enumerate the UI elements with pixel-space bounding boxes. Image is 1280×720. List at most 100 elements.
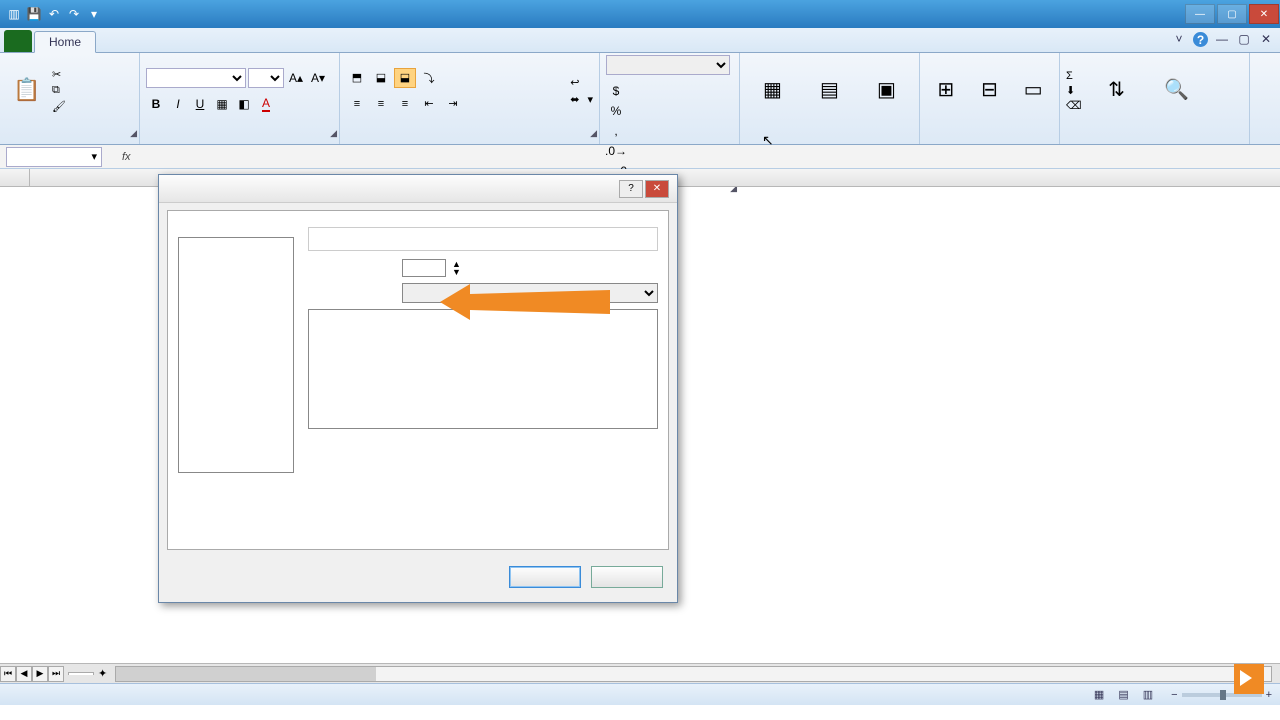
select-all-corner[interactable] <box>0 169 30 186</box>
align-right-icon[interactable]: ≡ <box>394 94 416 114</box>
ribbon-close-icon[interactable]: ✕ <box>1258 32 1274 47</box>
insert-cells-button[interactable]: ⊞ <box>926 77 966 104</box>
cell-styles-button[interactable]: ▣ <box>860 77 913 104</box>
formula-input[interactable] <box>147 150 1280 164</box>
help-icon[interactable]: ? <box>1193 32 1208 47</box>
cut-icon: ✂ <box>52 68 61 81</box>
align-top-icon[interactable]: ⬒ <box>346 68 368 88</box>
ribbon-min-window-icon[interactable]: — <box>1214 32 1230 47</box>
underline-button[interactable]: U <box>190 94 210 114</box>
format-as-table-button[interactable]: ▤ <box>803 77 856 104</box>
table-icon: ▤ <box>820 77 839 102</box>
align-left-icon[interactable]: ≡ <box>346 94 368 114</box>
conditional-formatting-button[interactable]: ▦ <box>746 77 799 104</box>
minimize-ribbon-icon[interactable]: ˅ <box>1171 32 1187 47</box>
font-launcher-icon[interactable]: ◢ <box>330 128 337 139</box>
view-normal-icon[interactable]: ▦ <box>1094 688 1104 701</box>
sigma-icon: Σ <box>1066 70 1073 82</box>
negative-numbers-list[interactable] <box>308 309 658 429</box>
cell-styles-icon: ▣ <box>877 77 896 102</box>
italic-button[interactable]: I <box>168 94 188 114</box>
sheet-nav-prev-icon[interactable]: ◀ <box>16 666 32 682</box>
paste-button[interactable]: 📋 <box>6 77 48 105</box>
font-color-button[interactable]: A <box>256 94 276 114</box>
copy-button[interactable]: ⧉ <box>52 84 70 97</box>
align-middle-icon[interactable]: ⬓ <box>370 68 392 88</box>
currency-icon[interactable]: $ <box>606 81 626 101</box>
format-painter-button[interactable]: 🖌 <box>52 100 70 113</box>
cancel-button[interactable] <box>591 566 663 588</box>
ok-button[interactable] <box>509 566 581 588</box>
align-bottom-icon[interactable]: ⬓ <box>394 68 416 88</box>
logo-icon <box>1234 664 1264 694</box>
orientation-icon[interactable]: ⤵ <box>418 68 440 88</box>
find-icon: 🔍 <box>1164 77 1189 102</box>
maximize-button[interactable]: ▢ <box>1217 4 1247 24</box>
clipboard-launcher-icon[interactable]: ◢ <box>130 128 137 139</box>
find-select-button[interactable]: 🔍 <box>1149 77 1205 104</box>
font-size-combo[interactable] <box>248 68 284 88</box>
symbol-combo[interactable] <box>402 283 658 303</box>
wrap-text-button[interactable]: ↩ <box>570 76 593 89</box>
autosum-button[interactable]: Σ <box>1066 70 1085 82</box>
sort-icon: ⇅ <box>1108 77 1125 102</box>
sheet-tabs-bar: ⏮ ◀ ▶ ⏭ ✦ <box>0 663 1280 683</box>
format-cells-dialog: ? ✕ ▲▼ <box>158 174 678 603</box>
sheet-nav-next-icon[interactable]: ▶ <box>32 666 48 682</box>
spinner-icon[interactable]: ▲▼ <box>452 260 461 276</box>
dialog-close-button[interactable]: ✕ <box>645 180 669 198</box>
sheet-nav-first-icon[interactable]: ⏮ <box>0 666 16 682</box>
fill-button[interactable]: ⬇ <box>1066 84 1085 97</box>
qat-dropdown-icon[interactable]: ▾ <box>86 6 102 22</box>
increase-font-icon[interactable]: A▴ <box>286 68 306 88</box>
decrease-font-icon[interactable]: A▾ <box>308 68 328 88</box>
horizontal-scrollbar[interactable] <box>115 666 1272 682</box>
format-icon: ▭ <box>1024 77 1043 102</box>
comma-icon[interactable]: , <box>606 121 626 141</box>
format-cells-button[interactable]: ▭ <box>1013 77 1053 104</box>
border-button[interactable]: ▦ <box>212 94 232 114</box>
font-name-combo[interactable] <box>146 68 246 88</box>
category-list[interactable] <box>178 237 294 473</box>
dialog-help-button[interactable]: ? <box>619 180 643 198</box>
ribbon-restore-icon[interactable]: ▢ <box>1236 32 1252 47</box>
redo-icon[interactable]: ↷ <box>66 6 82 22</box>
ribbon-tabs: Home ˅ ? — ▢ ✕ <box>0 28 1280 53</box>
sheet-nav-last-icon[interactable]: ⏭ <box>48 666 64 682</box>
increase-indent-icon[interactable]: ⇥ <box>442 94 464 114</box>
exceljet-logo <box>1228 664 1264 694</box>
fill-color-button[interactable]: ◧ <box>234 94 254 114</box>
new-sheet-icon[interactable]: ✦ <box>98 667 107 680</box>
view-layout-icon[interactable]: ▤ <box>1118 688 1128 701</box>
clear-button[interactable]: ⌫ <box>1066 99 1085 112</box>
merge-icon: ⬌ <box>570 93 579 106</box>
view-break-icon[interactable]: ▥ <box>1143 688 1153 701</box>
number-format-combo[interactable] <box>606 55 730 75</box>
cut-button[interactable]: ✂ <box>52 68 70 81</box>
close-button[interactable]: ✕ <box>1249 4 1279 24</box>
delete-cells-button[interactable]: ⊟ <box>970 77 1010 104</box>
percent-icon[interactable]: % <box>606 101 626 121</box>
name-box[interactable]: ▾ <box>6 147 102 167</box>
alignment-launcher-icon[interactable]: ◢ <box>590 128 597 139</box>
wrap-icon: ↩ <box>570 76 579 89</box>
sheet-tab[interactable] <box>68 672 94 675</box>
sort-filter-button[interactable]: ⇅ <box>1089 77 1145 104</box>
ribbon: 📋 ✂ ⧉ 🖌 ◢ A▴ A▾ B I U ▦ ◧ <box>0 53 1280 145</box>
bold-button[interactable]: B <box>146 94 166 114</box>
tab-home[interactable]: Home <box>34 31 96 53</box>
save-icon[interactable]: 💾 <box>26 6 42 22</box>
fx-icon[interactable]: fx <box>122 151 131 163</box>
quick-access-toolbar: ▥ 💾 ↶ ↷ ▾ <box>0 6 108 22</box>
minimize-button[interactable]: — <box>1185 4 1215 24</box>
undo-icon[interactable]: ↶ <box>46 6 62 22</box>
file-tab[interactable] <box>4 30 32 52</box>
excel-icon: ▥ <box>6 6 22 22</box>
paste-icon: 📋 <box>13 77 40 103</box>
decrease-indent-icon[interactable]: ⇤ <box>418 94 440 114</box>
merge-center-button[interactable]: ⬌▾ <box>570 93 593 106</box>
align-center-icon[interactable]: ≡ <box>370 94 392 114</box>
decimal-places-input[interactable] <box>402 259 446 277</box>
cond-format-icon: ▦ <box>763 77 782 102</box>
fill-icon: ⬇ <box>1066 84 1075 97</box>
